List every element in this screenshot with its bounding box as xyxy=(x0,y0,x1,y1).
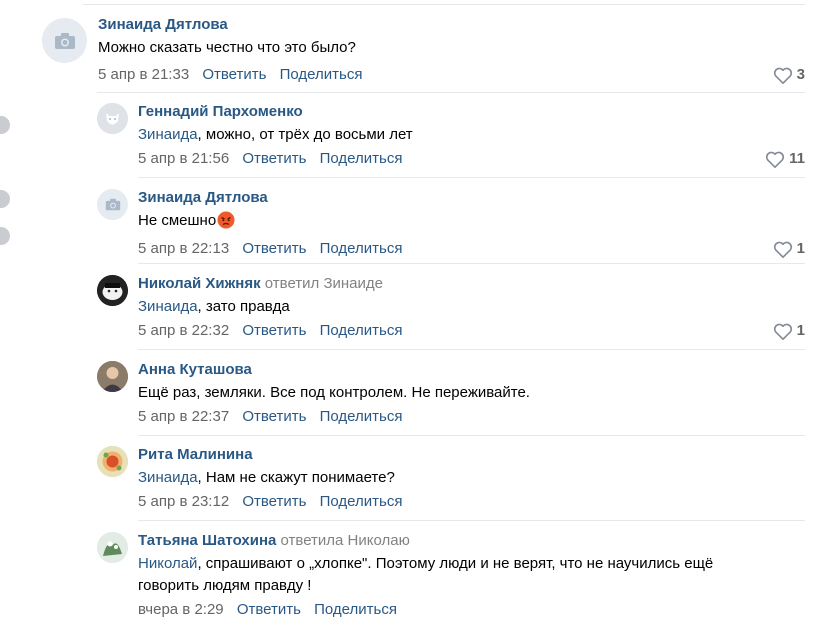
comment-time[interactable]: 5 апр в 22:13 xyxy=(138,240,229,257)
avatar[interactable] xyxy=(97,532,128,563)
reply-button[interactable]: Ответить xyxy=(237,601,301,618)
like-button[interactable]: 11 xyxy=(765,149,805,169)
share-button[interactable]: Поделиться xyxy=(280,66,363,83)
comment-author[interactable]: Анна Куташова xyxy=(138,361,805,379)
user-photo-icon xyxy=(97,532,128,563)
heart-icon xyxy=(773,323,792,340)
comment-time[interactable]: 5 апр в 21:56 xyxy=(138,150,229,167)
edge-dot xyxy=(0,116,10,134)
reply-button[interactable]: Ответить xyxy=(242,493,306,510)
share-button[interactable]: Поделиться xyxy=(320,408,403,425)
comment-text: Не смешно xyxy=(138,212,217,229)
comment-time[interactable]: 5 апр в 23:12 xyxy=(138,493,229,510)
mention-link[interactable]: Зинаида xyxy=(138,126,198,143)
like-count: 1 xyxy=(796,240,805,257)
comment-text: , можно, от трёх до восьми лет xyxy=(197,126,413,143)
avatar[interactable] xyxy=(97,446,128,477)
reply-to-label[interactable]: ответила Николаю xyxy=(281,532,410,549)
heart-icon xyxy=(766,151,785,168)
comment-author[interactable]: Зинаида Дятлова xyxy=(98,16,805,34)
comment-time[interactable]: 5 апр в 22:37 xyxy=(138,408,229,425)
edge-dot xyxy=(0,190,10,208)
mention-link[interactable]: Николай xyxy=(138,555,197,572)
comment-time[interactable]: 5 апр в 21:33 xyxy=(98,66,189,83)
divider xyxy=(138,177,805,178)
comment-text: , Нам не скажут понимаете? xyxy=(197,469,395,486)
reply-button[interactable]: Ответить xyxy=(242,408,306,425)
divider xyxy=(138,520,805,521)
angry-face-icon xyxy=(217,211,235,236)
like-count: 3 xyxy=(796,66,805,83)
avatar[interactable] xyxy=(42,18,87,63)
divider xyxy=(138,435,805,436)
avatar[interactable] xyxy=(97,103,128,134)
like-count: 11 xyxy=(789,150,805,167)
heart-icon xyxy=(773,67,792,84)
comment-author[interactable]: Геннадий Пархоменко xyxy=(138,103,805,121)
user-photo-icon xyxy=(97,361,128,392)
comment-time[interactable]: вчера в 2:29 xyxy=(138,601,224,618)
user-photo-icon xyxy=(97,446,128,477)
reply-button[interactable]: Ответить xyxy=(242,322,306,339)
comment-author[interactable]: Зинаида Дятлова xyxy=(138,189,805,207)
share-button[interactable]: Поделиться xyxy=(320,240,403,257)
share-button[interactable]: Поделиться xyxy=(314,601,397,618)
divider xyxy=(138,263,805,264)
comment-text: , спрашивают о „хлопке". Поэтому люди и … xyxy=(138,555,714,594)
avatar[interactable] xyxy=(97,361,128,392)
left-panel-edge xyxy=(0,0,14,629)
comment-author[interactable]: Рита Малинина xyxy=(138,446,805,464)
heart-icon xyxy=(773,241,792,258)
share-button[interactable]: Поделиться xyxy=(320,493,403,510)
like-button[interactable]: 1 xyxy=(773,239,805,259)
user-photo-icon xyxy=(97,275,128,306)
divider xyxy=(138,349,805,350)
comment-author[interactable]: Николай Хижняк xyxy=(138,275,261,292)
camera-icon xyxy=(105,198,120,211)
divider xyxy=(97,92,805,93)
share-button[interactable]: Поделиться xyxy=(320,150,403,167)
mention-link[interactable]: Зинаида xyxy=(138,469,198,486)
like-button[interactable]: 3 xyxy=(773,65,805,85)
comment-time[interactable]: 5 апр в 22:32 xyxy=(138,322,229,339)
comment-text: , зато правда xyxy=(197,298,290,315)
like-button[interactable]: 1 xyxy=(773,321,805,341)
share-button[interactable]: Поделиться xyxy=(320,322,403,339)
edge-dot xyxy=(0,227,10,245)
comment-author[interactable]: Татьяна Шатохина xyxy=(138,532,276,549)
avatar[interactable] xyxy=(97,189,128,220)
comment-text: Ещё раз, земляки. Все под контролем. Не … xyxy=(138,384,530,401)
mention-link[interactable]: Зинаида xyxy=(138,298,198,315)
dog-avatar-icon xyxy=(97,103,128,134)
reply-to-label[interactable]: ответил Зинаиде xyxy=(265,275,383,292)
reply-button[interactable]: Ответить xyxy=(242,150,306,167)
like-count: 1 xyxy=(796,322,805,339)
reply-button[interactable]: Ответить xyxy=(242,240,306,257)
divider xyxy=(83,4,805,5)
avatar[interactable] xyxy=(97,275,128,306)
camera-icon xyxy=(54,32,75,49)
reply-button[interactable]: Ответить xyxy=(202,66,266,83)
comment-text: Можно сказать честно что это было? xyxy=(98,39,356,56)
